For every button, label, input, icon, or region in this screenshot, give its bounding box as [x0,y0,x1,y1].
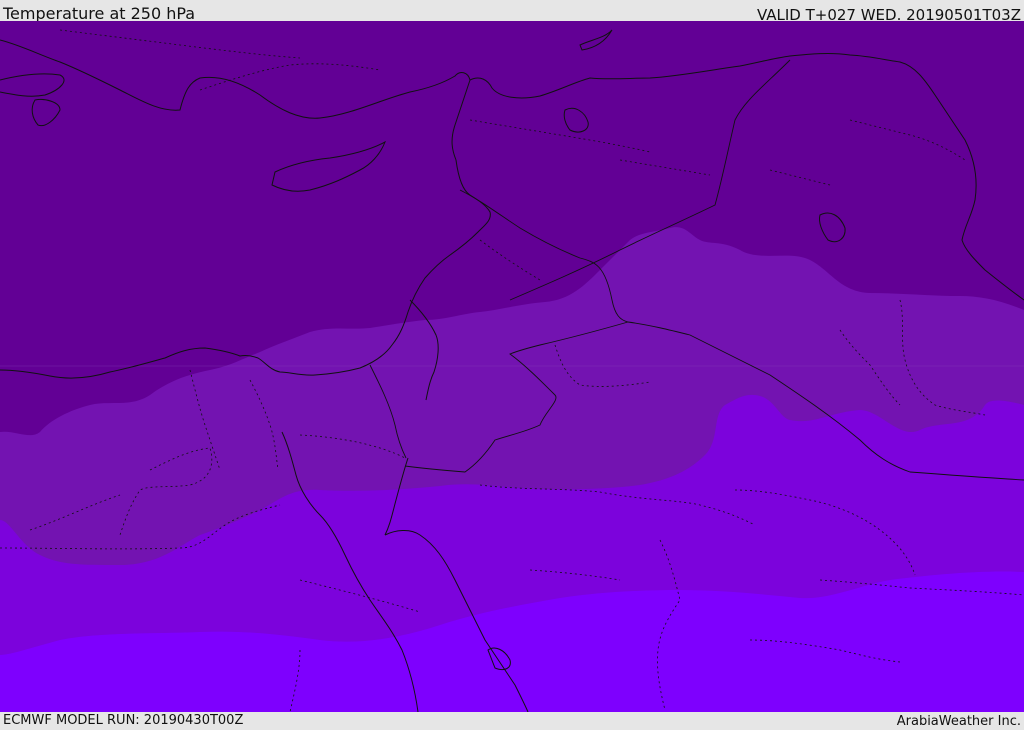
temperature-map[interactable] [0,21,1024,712]
credit-label: ArabiaWeather Inc. [896,714,1021,729]
header-bar: Temperature at 250 hPa VALID T+027 WED. … [0,0,1024,24]
model-run-label: ECMWF MODEL RUN: 20190430T00Z [3,713,244,728]
footer-bar: ECMWF MODEL RUN: 20190430T00Z ArabiaWeat… [0,712,1024,729]
